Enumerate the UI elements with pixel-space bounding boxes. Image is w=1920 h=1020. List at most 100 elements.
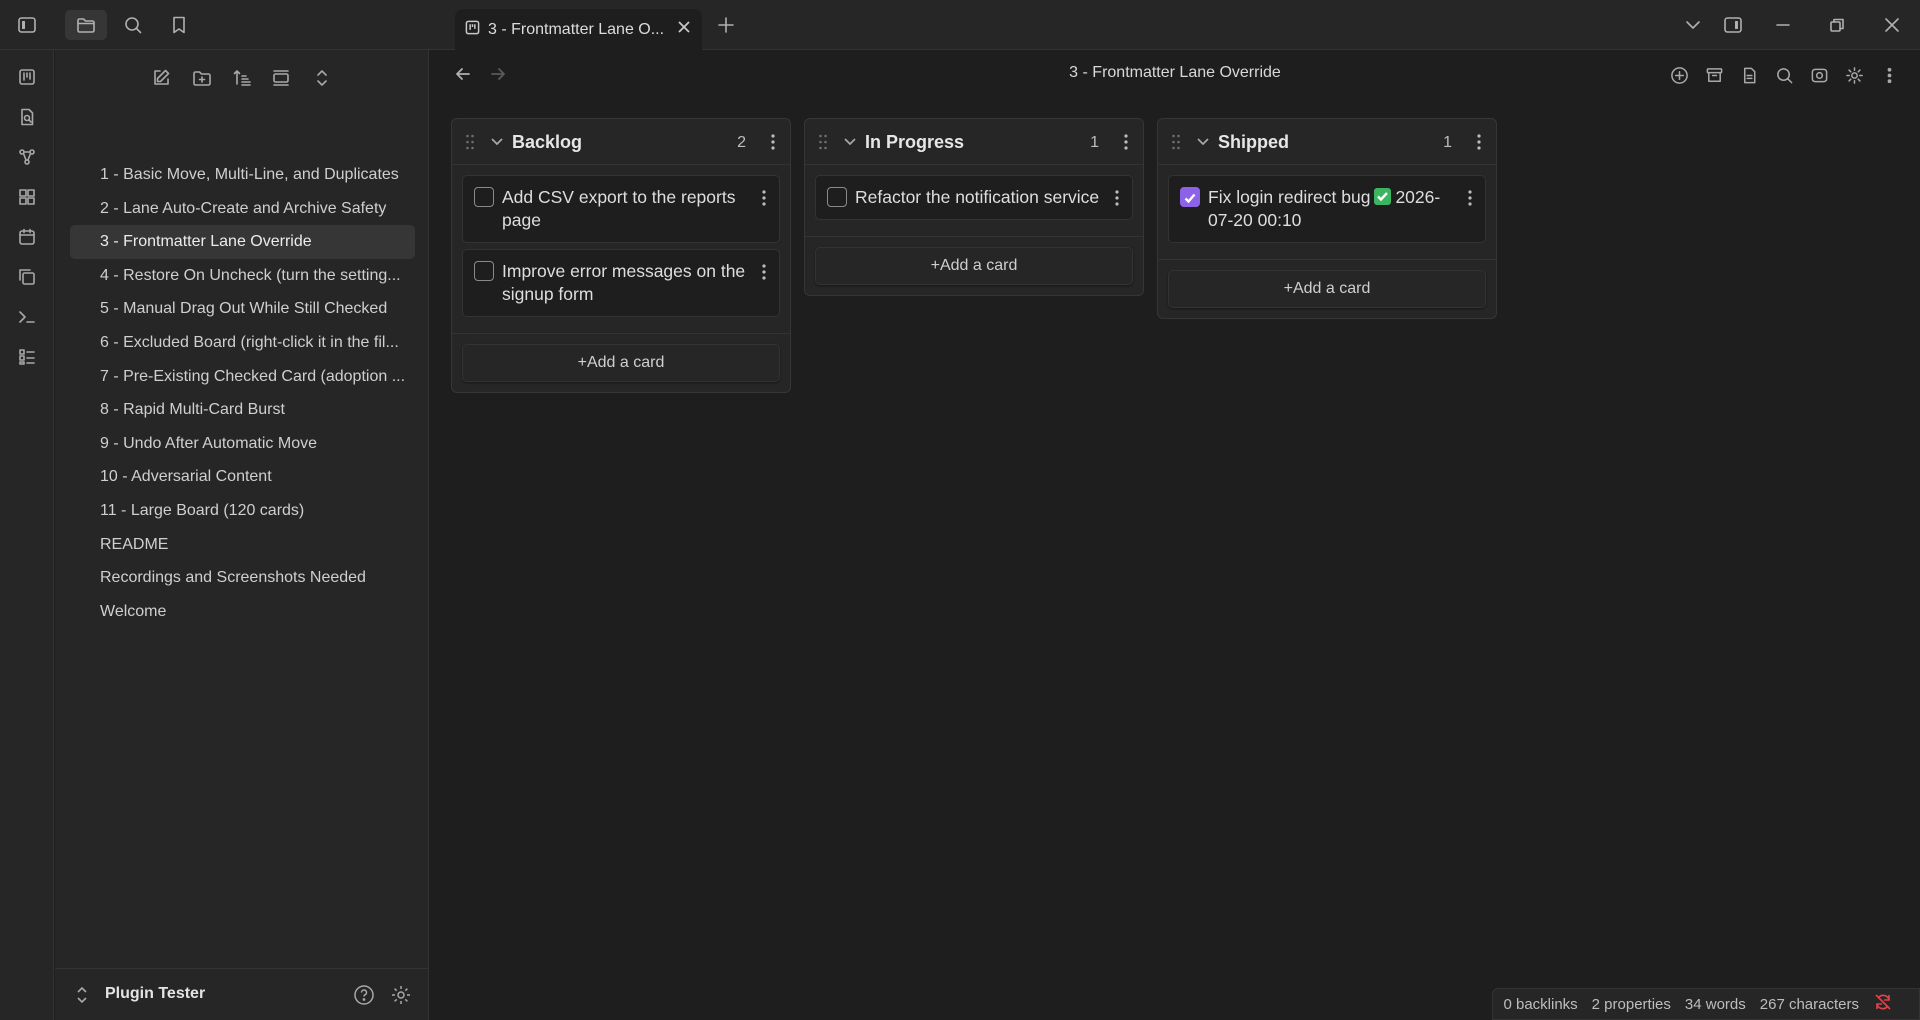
search-icon[interactable] (120, 12, 146, 38)
add-card-button[interactable]: +Add a card (462, 344, 780, 382)
lane-menu-icon[interactable] (1476, 133, 1482, 156)
file-item[interactable]: 5 - Manual Drag Out While Still Checked (70, 292, 415, 326)
add-card-button[interactable]: +Add a card (815, 247, 1133, 285)
sidebar-toggle-icon[interactable] (14, 12, 40, 38)
more-options-icon[interactable] (1876, 62, 1902, 88)
lane-cards: Add CSV export to the reports page Improv… (452, 165, 790, 333)
collapse-icon[interactable] (267, 64, 295, 92)
lane-title[interactable]: Backlog (512, 132, 582, 153)
card-checkbox[interactable] (1180, 187, 1200, 207)
file-item[interactable]: 11 - Large Board (120 cards) (70, 494, 415, 528)
kanban-icon[interactable] (14, 64, 40, 90)
lane-menu-icon[interactable] (1123, 133, 1129, 156)
new-folder-icon[interactable] (188, 64, 216, 92)
card-checkbox[interactable] (474, 187, 494, 207)
right-sidebar-icon[interactable] (1720, 12, 1746, 38)
collapse-chevron-icon[interactable] (1195, 133, 1211, 154)
graph-icon[interactable] (14, 144, 40, 170)
check-mark-emoji-icon (1374, 188, 1392, 205)
settings-gear-icon[interactable] (388, 982, 414, 1008)
card-checkbox[interactable] (827, 187, 847, 207)
file-item[interactable]: 4 - Restore On Uncheck (turn the setting… (70, 259, 415, 293)
lane-title[interactable]: In Progress (865, 132, 964, 153)
vault-name[interactable]: Plugin Tester (105, 985, 205, 1003)
kanban-card[interactable]: Improve error messages on the signup for… (462, 249, 780, 317)
file-item[interactable]: 2 - Lane Auto-Create and Archive Safety (70, 192, 415, 226)
chevron-down-icon[interactable] (1680, 12, 1706, 38)
bookmark-icon[interactable] (166, 12, 192, 38)
character-count: 267 characters (1759, 995, 1859, 1013)
lane-header: Shipped 1 (1158, 119, 1496, 165)
file-item[interactable]: Welcome (70, 595, 415, 629)
lane-menu-icon[interactable] (770, 133, 776, 156)
help-icon[interactable] (351, 982, 377, 1008)
kanban-card[interactable]: Fix login redirect bug 2026-07-20 00:10 (1168, 175, 1486, 243)
add-lane-icon[interactable] (1666, 62, 1692, 88)
sort-icon[interactable] (228, 64, 256, 92)
file-item[interactable]: 3 - Frontmatter Lane Override (70, 225, 415, 259)
restore-icon[interactable] (1824, 12, 1850, 38)
markdown-view-icon[interactable] (1736, 62, 1762, 88)
card-text: Fix login redirect bug (1208, 187, 1371, 207)
lane-card-count: 1 (1090, 134, 1099, 151)
folder-icon[interactable] (65, 10, 107, 40)
blocks-icon[interactable] (14, 184, 40, 210)
copy-icon[interactable] (14, 264, 40, 290)
close-icon[interactable] (1879, 12, 1905, 38)
left-ribbon (0, 50, 54, 1020)
card-checkbox[interactable] (474, 261, 494, 281)
file-item[interactable]: 7 - Pre-Existing Checked Card (adoption … (70, 360, 415, 394)
card-text: Improve error messages on the signup for… (502, 261, 746, 304)
tab-close-icon[interactable] (676, 19, 692, 40)
list-icon[interactable] (14, 344, 40, 370)
active-tab[interactable]: 3 - Frontmatter Lane O... (455, 9, 702, 50)
backlinks-count[interactable]: 0 backlinks (1503, 996, 1577, 1013)
file-item[interactable]: 6 - Excluded Board (right-click it in th… (70, 326, 415, 360)
card-menu-icon[interactable] (761, 189, 767, 213)
kanban-view: 3 - Frontmatter Lane Override Backlog 2 … (430, 50, 1920, 1020)
file-explorer: 1 - Basic Move, Multi-Line, and Duplicat… (55, 50, 429, 1020)
sync-disabled-icon[interactable] (1873, 992, 1893, 1016)
view-mode-icon[interactable] (1806, 62, 1832, 88)
lane-title[interactable]: Shipped (1218, 132, 1289, 153)
card-menu-icon[interactable] (1114, 189, 1120, 213)
new-note-icon[interactable] (147, 64, 175, 92)
lane-footer: +Add a card (805, 236, 1143, 295)
lane-cards: Refactor the notification service (805, 165, 1143, 236)
new-tab-icon[interactable] (713, 12, 739, 38)
lane-header: Backlog 2 (452, 119, 790, 165)
board-settings-icon[interactable] (1841, 62, 1867, 88)
lane-footer: +Add a card (452, 333, 790, 392)
collapse-chevron-icon[interactable] (489, 133, 505, 154)
kanban-card[interactable]: Add CSV export to the reports page (462, 175, 780, 243)
file-item[interactable]: 10 - Adversarial Content (70, 460, 415, 494)
archive-icon[interactable] (1701, 62, 1727, 88)
terminal-icon[interactable] (14, 304, 40, 330)
card-text: Add CSV export to the reports page (502, 187, 736, 230)
card-menu-icon[interactable] (761, 263, 767, 287)
vault-switch-icon[interactable] (74, 985, 90, 1010)
kanban-card[interactable]: Refactor the notification service (815, 175, 1133, 220)
drag-handle-icon[interactable] (817, 133, 829, 156)
file-item[interactable]: Recordings and Screenshots Needed (70, 561, 415, 595)
file-item[interactable]: 8 - Rapid Multi-Card Burst (70, 393, 415, 427)
minimize-icon[interactable] (1770, 12, 1796, 38)
lane-card-count: 2 (737, 134, 746, 151)
collapse-chevron-icon[interactable] (842, 133, 858, 154)
file-search-icon[interactable] (14, 104, 40, 130)
view-header: 3 - Frontmatter Lane Override (430, 50, 1920, 98)
file-item[interactable]: README (70, 528, 415, 562)
view-title[interactable]: 3 - Frontmatter Lane Override (430, 64, 1920, 82)
drag-handle-icon[interactable] (464, 133, 476, 156)
kanban-icon (465, 20, 480, 40)
expand-icon[interactable] (308, 64, 336, 92)
search-icon[interactable] (1771, 62, 1797, 88)
calendar-icon[interactable] (14, 224, 40, 250)
vault-switcher-bar: Plugin Tester (55, 968, 429, 1020)
drag-handle-icon[interactable] (1170, 133, 1182, 156)
card-menu-icon[interactable] (1467, 189, 1473, 213)
file-item[interactable]: 9 - Undo After Automatic Move (70, 427, 415, 461)
add-card-button[interactable]: +Add a card (1168, 270, 1486, 308)
file-item[interactable]: 1 - Basic Move, Multi-Line, and Duplicat… (70, 158, 415, 192)
lane-cards: Fix login redirect bug 2026-07-20 00:10 (1158, 165, 1496, 259)
